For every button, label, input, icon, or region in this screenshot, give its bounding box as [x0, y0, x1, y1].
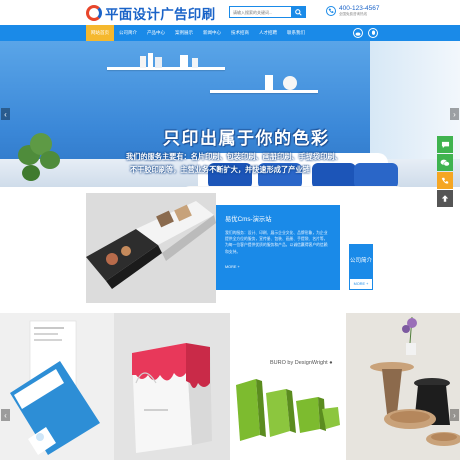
nav-item-cases[interactable]: 案例展示: [170, 25, 198, 41]
back-to-top-icon: [441, 195, 449, 202]
search-icon: [295, 8, 302, 16]
phone-icon: [326, 6, 336, 16]
search-bar: [229, 6, 306, 18]
back-to-top-button[interactable]: [437, 190, 453, 207]
hotline: 400-123-4567 全国免费咨询热线: [326, 5, 379, 17]
brochure-image: [86, 193, 216, 303]
floating-toolbar: [437, 136, 453, 208]
page: 平面设计广告印刷 400-123-4567 全国免费咨询热线 网站首页 公司简介…: [0, 0, 460, 460]
nav-item-contact[interactable]: 联系我们: [282, 25, 310, 41]
nav-item-products[interactable]: 产品中心: [142, 25, 170, 41]
gallery-item[interactable]: BURO by DesignWright ●: [230, 313, 346, 460]
gallery-caption: BURO by DesignWright ●: [270, 360, 333, 366]
phone-subtitle: 全国免费咨询热线: [339, 12, 367, 16]
about-more-link[interactable]: MORE +: [225, 265, 331, 269]
chevron-left-icon: ‹: [4, 410, 7, 420]
furniture-image: [346, 313, 460, 460]
nav-item-about[interactable]: 公司简介: [114, 25, 142, 41]
gallery-prev-button[interactable]: ‹: [1, 409, 10, 421]
banner-sofa-seat: [182, 186, 404, 187]
business-card-image: [0, 313, 114, 460]
3d-letters-image: [230, 313, 346, 460]
paper-bag-image: [114, 313, 230, 460]
search-input[interactable]: [229, 6, 292, 18]
about-panel: 易优Cms-演示站 我们的服务：设计、印刷、展示企业文化、品牌形象，为企业提供全…: [216, 205, 340, 290]
about-text: 我们的服务：设计、印刷、展示企业文化、品牌形象，为企业提供全方位的服务，宣传册、…: [225, 231, 328, 254]
banner-plant: [22, 165, 40, 181]
nav-item-news[interactable]: 新闻中心: [198, 25, 226, 41]
phone-number: 400-123-4567: [339, 5, 380, 12]
nav-item-jobs[interactable]: 人才招聘: [254, 25, 282, 41]
nav-item-investment[interactable]: 技术招商: [226, 25, 254, 41]
wechat-button[interactable]: [437, 154, 453, 171]
wechat-icon: [440, 159, 450, 166]
main-nav: 网站首页 公司简介 产品中心 案例展示 新闻中心 技术招商 人才招聘 联系我们: [0, 25, 460, 41]
hero-banner: 只印出属于你的色彩 我们的服务主要有：名片印刷、包装印刷、画册印刷、手提袋印刷、…: [0, 41, 460, 187]
phone-icon: [441, 177, 449, 184]
about-title: 易优Cms-演示站: [225, 216, 272, 223]
header: 平面设计广告印刷 400-123-4567 全国免费咨询热线: [0, 0, 460, 25]
company-intro-tag: 公司简介 MORE +: [349, 244, 373, 290]
about-image: [86, 193, 216, 303]
gallery-item[interactable]: [114, 313, 230, 460]
banner-text-line1: 我们的服务主要有：名片印刷、包装印刷、画册印刷、手提袋印刷、: [126, 152, 342, 161]
banner-vase-image: [265, 75, 297, 90]
gallery-item[interactable]: ›: [346, 313, 460, 460]
logo[interactable]: 平面设计广告印刷: [86, 4, 216, 23]
banner-text-line2: 不干胶印刷等，主营业务不断扩大，并快速形成了产业链: [130, 165, 310, 174]
banner-books-image: [140, 53, 198, 68]
banner-shelf: [210, 90, 318, 93]
banner-plant: [40, 151, 60, 169]
online-chat-button[interactable]: [437, 136, 453, 153]
gallery-item[interactable]: ‹: [0, 313, 114, 460]
chevron-left-icon: ‹: [4, 109, 7, 119]
search-button[interactable]: [291, 6, 306, 18]
chevron-right-icon: ›: [453, 109, 456, 119]
gallery-next-button[interactable]: ›: [450, 409, 459, 421]
company-intro-more-button[interactable]: MORE +: [349, 278, 373, 290]
nav-item-home[interactable]: 网站首页: [86, 25, 114, 41]
chevron-right-icon: ›: [453, 410, 456, 420]
chat-icon: [441, 141, 449, 148]
qq-icon[interactable]: [368, 28, 378, 38]
banner-headline: 只印出属于你的色彩: [163, 129, 330, 149]
weibo-icon[interactable]: [353, 28, 363, 38]
phone-button[interactable]: [437, 172, 453, 189]
banner-cushion: [354, 163, 398, 187]
banner-next-button[interactable]: ›: [450, 108, 459, 120]
nav-items: 网站首页 公司简介 产品中心 案例展示 新闻中心 技术招商 人才招聘 联系我们: [86, 25, 310, 41]
nav-social: [353, 28, 383, 38]
logo-mark-icon: [86, 5, 102, 21]
logo-text: 平面设计广告印刷: [105, 7, 216, 23]
company-intro-label[interactable]: 公司简介: [349, 244, 373, 278]
product-gallery: ‹ BURO by DesignWright ● ›: [0, 313, 460, 460]
banner-prev-button[interactable]: ‹: [1, 108, 10, 120]
banner-cushion: [312, 163, 356, 187]
